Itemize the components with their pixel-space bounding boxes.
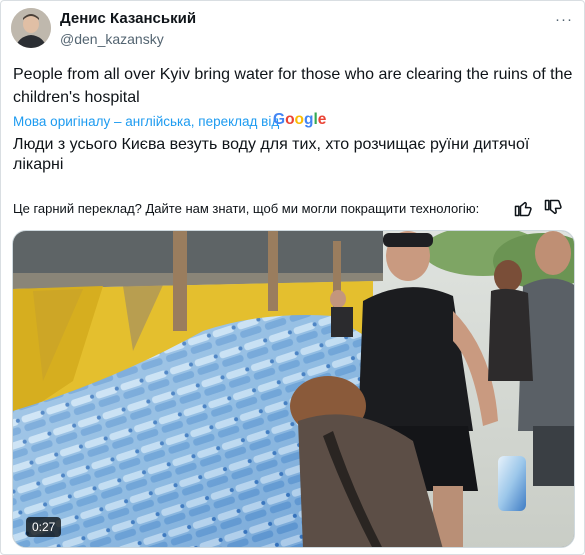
google-logo-letter: o (285, 111, 295, 128)
video-frame-image (13, 231, 574, 547)
video-duration-badge: 0:27 (26, 517, 62, 537)
more-options-icon[interactable]: ··· (555, 11, 573, 28)
thumbs-up-icon[interactable] (513, 198, 533, 218)
google-logo: Google (273, 111, 326, 129)
avatar[interactable] (11, 8, 51, 48)
google-logo-letter: e (317, 111, 327, 128)
video-player[interactable]: 0:27 (12, 230, 575, 548)
author-handle[interactable]: @den_kazansky (60, 31, 164, 47)
tweet-text: People from all over Kyiv bring water fo… (13, 66, 573, 106)
thumbs-down-icon[interactable] (543, 198, 563, 218)
translated-text: Люди з усього Києва везуть воду для тих,… (13, 136, 530, 173)
translation-feedback-prompt: Це гарний переклад? Дайте нам знати, щоб… (13, 201, 480, 216)
tweet-card: Денис Казанський @den_kazansky ··· Peopl… (0, 0, 585, 555)
translation-note-link[interactable]: Мова оригіналу – англійська, переклад ві… (13, 114, 279, 129)
google-logo-letter: o (294, 111, 304, 128)
avatar-photo-icon (11, 8, 51, 48)
author-name[interactable]: Денис Казанський (60, 10, 196, 27)
google-logo-letter: G (273, 111, 286, 128)
